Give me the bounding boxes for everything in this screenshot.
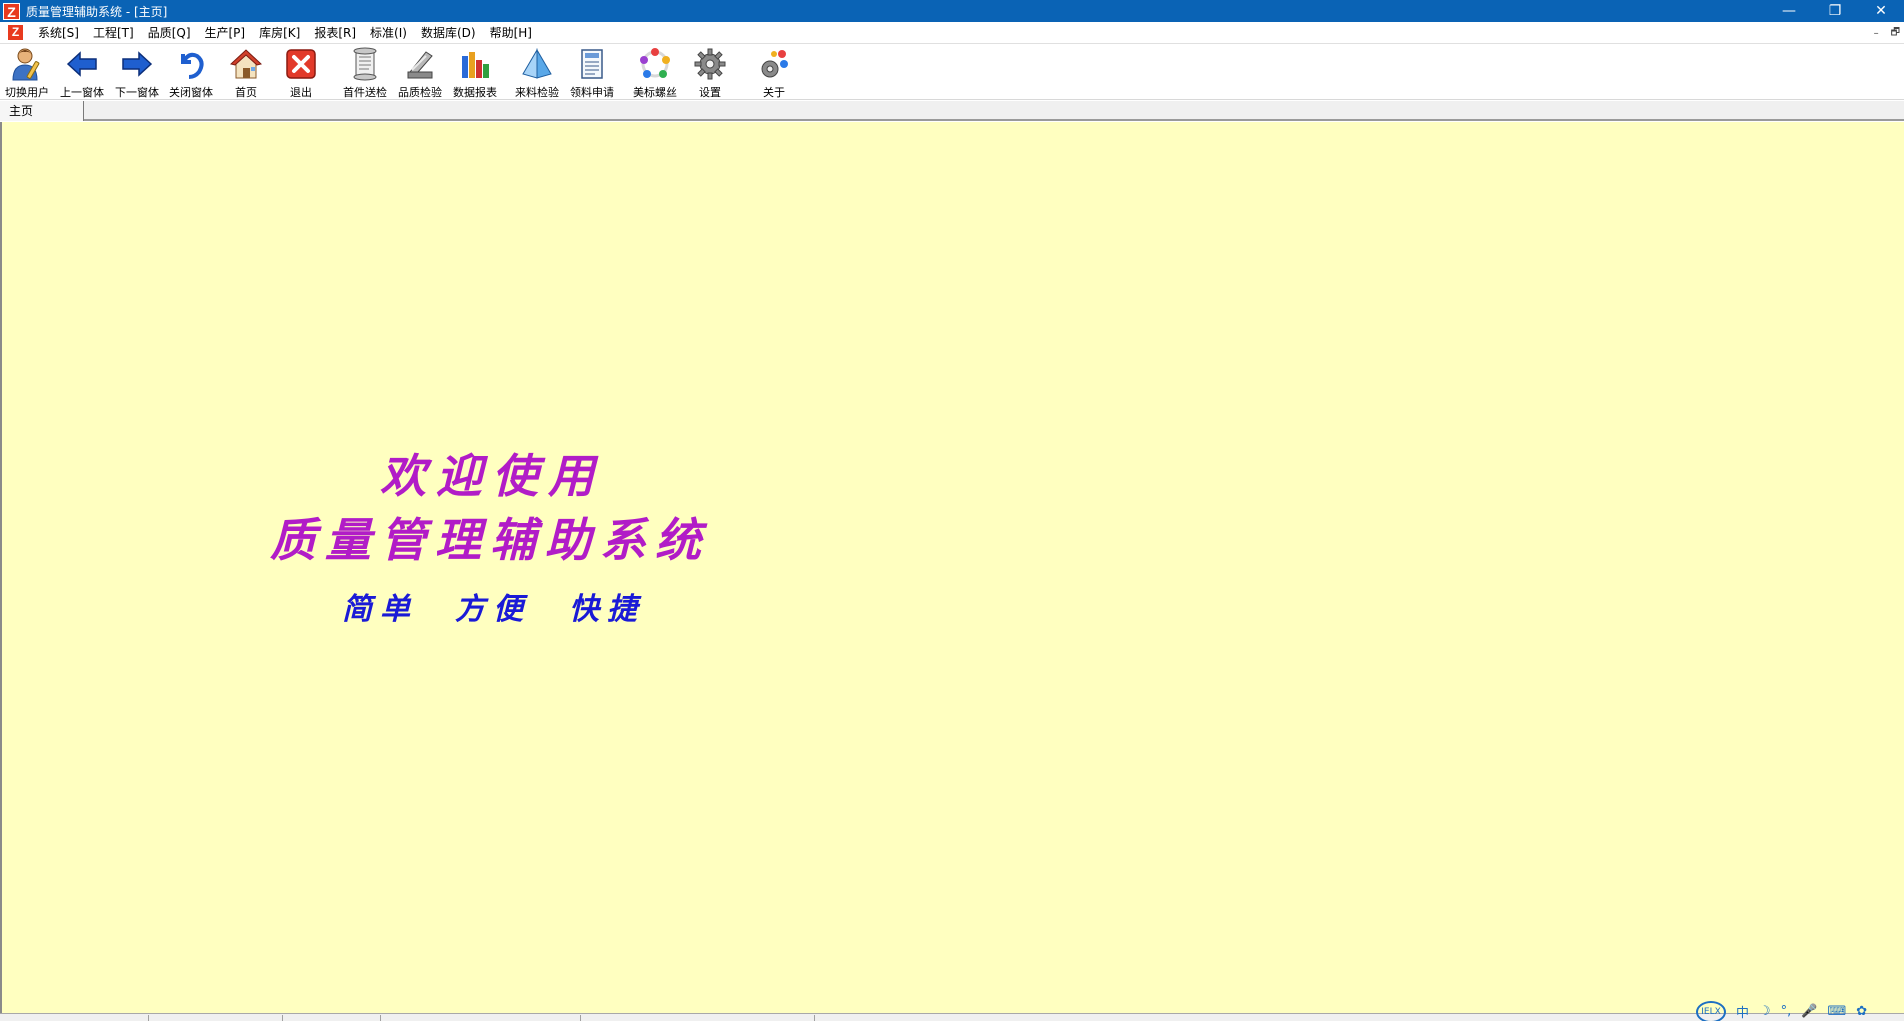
data-report-button[interactable]: 数据报表 bbox=[448, 46, 502, 100]
menu-system[interactable]: 系统[S] bbox=[31, 22, 86, 44]
close-button[interactable]: ✕ bbox=[1858, 0, 1904, 22]
window-controls: — ❐ ✕ bbox=[1766, 0, 1904, 22]
window-title: 质量管理辅助系统 - [主页] bbox=[26, 4, 168, 19]
incoming-inspection-button[interactable]: 来料检验 bbox=[510, 46, 564, 100]
mdi-restore-button[interactable]: 🗗 bbox=[1891, 25, 1900, 42]
menu-bar: Z 系统[S] 工程[T] 品质[Q] 生产[P] 库房[K] 报表[R] 标准… bbox=[0, 22, 1904, 44]
menu-logo-icon[interactable]: Z bbox=[8, 25, 23, 40]
switch-user-label: 切换用户 bbox=[5, 86, 49, 99]
status-bar bbox=[0, 1013, 1904, 1021]
scroll-icon bbox=[347, 46, 383, 82]
app-logo-icon: Z bbox=[3, 2, 20, 20]
about-button[interactable]: 关于 bbox=[747, 46, 801, 100]
material-requisition-label: 领料申请 bbox=[570, 86, 614, 99]
incoming-inspection-label: 来料检验 bbox=[515, 86, 559, 99]
ime-moon-icon[interactable]: ☽ bbox=[1759, 1004, 1771, 1019]
about-label: 关于 bbox=[763, 86, 785, 99]
menu-database[interactable]: 数据库(D) bbox=[414, 22, 483, 44]
slogan-convenient: 方便 bbox=[455, 592, 531, 627]
exit-button[interactable]: 退出 bbox=[274, 46, 328, 100]
main-content: 欢迎使用 质量管理辅助系统 简单 方便 快捷 bbox=[0, 122, 1904, 1013]
data-report-label: 数据报表 bbox=[453, 86, 497, 99]
restore-button[interactable]: ❐ bbox=[1812, 0, 1858, 22]
toolbar: 切换用户 上一窗体 下一窗体 关闭窗体 首页 退出 首件送检 品质检验 数据报表… bbox=[0, 44, 1904, 100]
previous-window-label: 上一窗体 bbox=[60, 86, 104, 99]
menu-engineering[interactable]: 工程[T] bbox=[86, 22, 141, 44]
slogan-simple: 简单 bbox=[342, 592, 418, 627]
toolbar-separator bbox=[505, 48, 506, 98]
title-bar: Z 质量管理辅助系统 - [主页] — ❐ ✕ bbox=[0, 0, 1904, 22]
arrow-right-icon bbox=[119, 46, 155, 82]
slogan-fast: 快捷 bbox=[569, 592, 645, 627]
menu-standards[interactable]: 标准(I) bbox=[363, 22, 414, 44]
ime-mode-indicator[interactable]: 中 bbox=[1736, 1002, 1749, 1021]
settings-button[interactable]: 设置 bbox=[683, 46, 737, 100]
system-name-heading: 质量管理辅助系统 bbox=[270, 513, 710, 567]
ime-toolbar[interactable]: IELX 中 ☽ °, 🎤 ⌨ ✿ bbox=[1696, 1000, 1867, 1021]
pyramid-icon bbox=[519, 46, 555, 82]
status-divider bbox=[282, 1015, 283, 1021]
menu-warehouse[interactable]: 库房[K] bbox=[252, 22, 307, 44]
status-divider bbox=[814, 1015, 815, 1021]
about-icon bbox=[756, 46, 792, 82]
bar-chart-icon bbox=[457, 46, 493, 82]
arrow-left-icon bbox=[64, 46, 100, 82]
next-window-label: 下一窗体 bbox=[115, 86, 159, 99]
exit-label: 退出 bbox=[290, 86, 312, 99]
mdi-minimize-button[interactable]: – bbox=[1874, 28, 1879, 39]
home-label: 首页 bbox=[235, 86, 257, 99]
ime-microphone-icon[interactable]: 🎤 bbox=[1801, 1004, 1817, 1019]
ime-punctuation-icon[interactable]: °, bbox=[1781, 1004, 1792, 1019]
scanner-icon bbox=[402, 46, 438, 82]
home-icon bbox=[228, 46, 264, 82]
home-button[interactable]: 首页 bbox=[219, 46, 273, 100]
menu-reports[interactable]: 报表[R] bbox=[307, 22, 363, 44]
mdi-controls: – 🗗 bbox=[1874, 22, 1900, 44]
ime-settings-icon[interactable]: ✿ bbox=[1856, 1004, 1867, 1019]
toolbar-separator bbox=[333, 48, 334, 98]
menu-quality[interactable]: 品质[Q] bbox=[141, 22, 198, 44]
user-switch-icon bbox=[9, 46, 45, 82]
menu-production[interactable]: 生产[P] bbox=[198, 22, 253, 44]
document-icon bbox=[574, 46, 610, 82]
switch-user-button[interactable]: 切换用户 bbox=[0, 46, 54, 100]
settings-label: 设置 bbox=[699, 86, 721, 99]
toolbar-separator bbox=[742, 48, 743, 98]
close-window-label: 关闭窗体 bbox=[169, 86, 213, 99]
ime-keyboard-icon[interactable]: ⌨ bbox=[1828, 1004, 1847, 1019]
material-requisition-button[interactable]: 领料申请 bbox=[565, 46, 619, 100]
quality-inspection-label: 品质检验 bbox=[398, 86, 442, 99]
next-window-button[interactable]: 下一窗体 bbox=[110, 46, 164, 100]
status-divider bbox=[580, 1015, 581, 1021]
tab-strip: 主页 bbox=[0, 101, 1904, 121]
welcome-heading: 欢迎使用 bbox=[380, 449, 604, 503]
minimize-button[interactable]: — bbox=[1766, 0, 1812, 22]
us-screw-button[interactable]: 美标螺丝 bbox=[628, 46, 682, 100]
undo-icon bbox=[173, 46, 209, 82]
toolbar-separator bbox=[623, 48, 624, 98]
first-article-inspection-label: 首件送检 bbox=[343, 86, 387, 99]
close-window-button[interactable]: 关闭窗体 bbox=[164, 46, 218, 100]
menu-help[interactable]: 帮助[H] bbox=[483, 22, 539, 44]
status-divider bbox=[380, 1015, 381, 1021]
exit-icon bbox=[283, 46, 319, 82]
gear-icon bbox=[692, 46, 728, 82]
quality-inspection-button[interactable]: 品质检验 bbox=[393, 46, 447, 100]
previous-window-button[interactable]: 上一窗体 bbox=[55, 46, 109, 100]
cycle-icon bbox=[637, 46, 673, 82]
first-article-inspection-button[interactable]: 首件送检 bbox=[338, 46, 392, 100]
ime-logo-icon[interactable]: IELX bbox=[1696, 1000, 1726, 1021]
tab-home[interactable]: 主页 bbox=[0, 101, 84, 121]
status-divider bbox=[148, 1015, 149, 1021]
us-screw-label: 美标螺丝 bbox=[633, 86, 677, 99]
